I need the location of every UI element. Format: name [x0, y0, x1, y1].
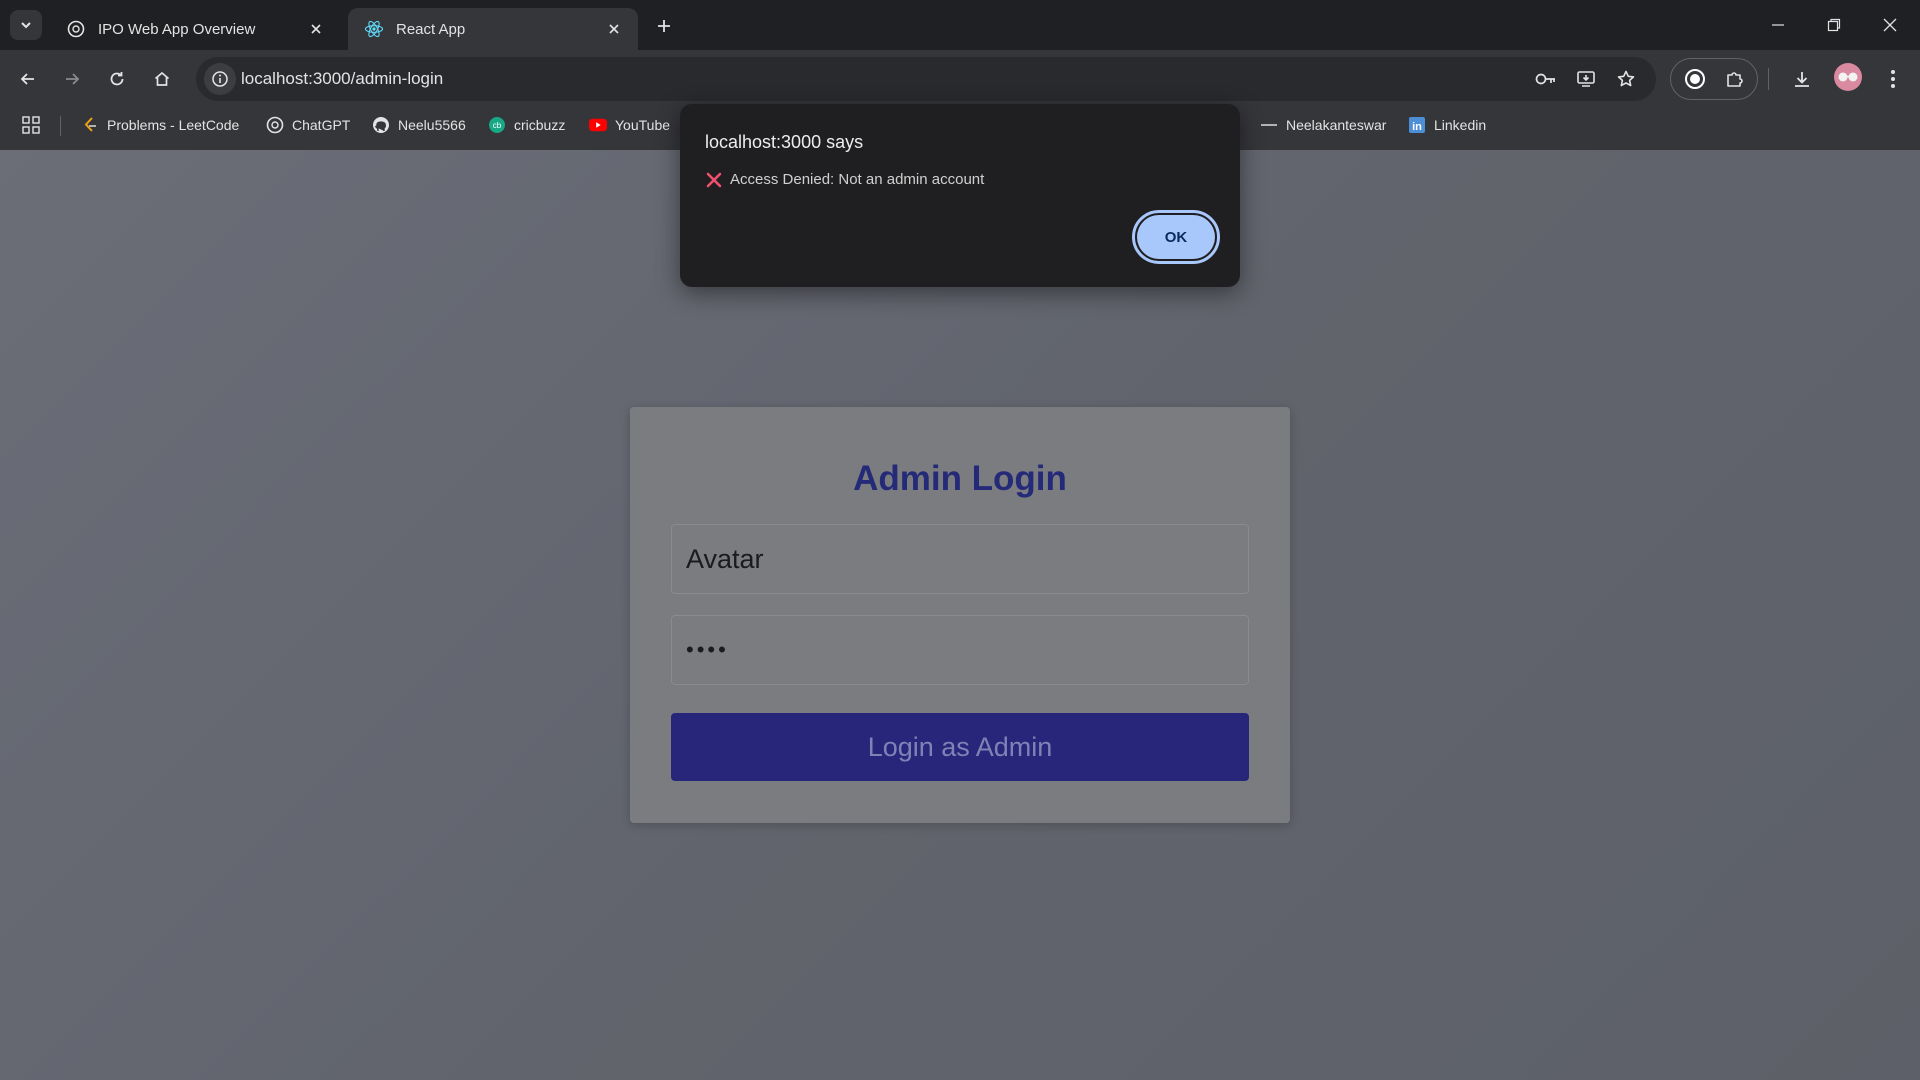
- forward-button[interactable]: [56, 63, 88, 95]
- bookmark-label: Problems - LeetCode: [107, 117, 240, 133]
- url-text[interactable]: localhost:3000/admin-login: [241, 69, 443, 89]
- tab-react-app[interactable]: React App: [348, 8, 638, 50]
- downloads-button[interactable]: [1786, 63, 1818, 95]
- bookmark-label: Neelakanteswar: [1286, 117, 1387, 133]
- page-viewport: Admin Login Avatar •••• Login as Admin: [0, 150, 1920, 1080]
- bookmark-label: YouTube: [615, 117, 671, 133]
- reload-icon: [110, 72, 124, 86]
- link-icon: [1260, 116, 1278, 134]
- bookmark-neelakanteswar[interactable]: Neelakanteswar: [1260, 108, 1386, 142]
- bookmark-star-icon[interactable]: [1612, 65, 1640, 93]
- tab-title: IPO Web App Overview: [98, 20, 256, 38]
- password-input[interactable]: ••••: [671, 615, 1249, 685]
- svg-text:cb: cb: [493, 121, 502, 130]
- username-input[interactable]: Avatar: [671, 524, 1249, 594]
- close-icon[interactable]: [306, 19, 326, 39]
- new-tab-button[interactable]: [650, 12, 678, 40]
- more-vertical-icon: [1891, 70, 1895, 88]
- youtube-icon: [589, 116, 607, 134]
- close-icon: [1883, 18, 1897, 32]
- dialog-title: localhost:3000 says: [705, 132, 864, 152]
- plus-icon: [658, 20, 670, 32]
- minimize-button[interactable]: [1750, 0, 1806, 50]
- restore-icon: [1827, 18, 1841, 32]
- extensions-group: [1670, 58, 1758, 100]
- profile-avatar[interactable]: [1834, 63, 1862, 91]
- password-key-icon[interactable]: [1532, 65, 1560, 93]
- tab-strip: IPO Web App Overview React App: [0, 0, 1920, 50]
- tab-ipo-overview[interactable]: IPO Web App Overview: [50, 8, 340, 50]
- bookmarks-divider: [60, 116, 61, 136]
- tab-search-button[interactable]: [10, 10, 42, 40]
- home-icon: [154, 71, 170, 86]
- bookmark-leetcode[interactable]: Problems - LeetCode: [81, 108, 239, 142]
- close-icon[interactable]: [604, 19, 624, 39]
- bookmark-github[interactable]: Neelu5566: [372, 108, 466, 142]
- svg-text:in: in: [1412, 121, 1422, 133]
- admin-login-card: Admin Login Avatar •••• Login as Admin: [630, 407, 1290, 823]
- arrow-left-icon: [20, 73, 34, 85]
- bookmark-label: ChatGPT: [292, 117, 351, 133]
- reload-button[interactable]: [101, 63, 133, 95]
- cricbuzz-icon: cb: [488, 116, 506, 134]
- extensions-puzzle-icon[interactable]: [1719, 63, 1751, 95]
- bookmark-youtube[interactable]: YouTube: [589, 108, 670, 142]
- home-button[interactable]: [146, 63, 178, 95]
- browser-toolbar: localhost:3000/admin-login: [0, 50, 1920, 108]
- cross-mark-icon: [706, 172, 722, 188]
- react-icon: [364, 19, 384, 39]
- apps-button[interactable]: [22, 108, 40, 142]
- leetcode-icon: [81, 116, 99, 134]
- chevron-down-icon: [21, 22, 31, 29]
- bookmark-label: Neelu5566: [398, 117, 466, 133]
- toolbar-divider: [1768, 68, 1769, 90]
- linkedin-icon: in: [1408, 116, 1426, 134]
- bookmark-label: cricbuzz: [514, 117, 566, 133]
- ok-button-label: OK: [1137, 215, 1215, 259]
- dialog-message-text: Access Denied: Not an admin account: [730, 171, 985, 188]
- bookmark-label: Linkedin: [1434, 117, 1487, 133]
- address-bar[interactable]: localhost:3000/admin-login: [196, 57, 1656, 101]
- download-icon: [1795, 72, 1809, 87]
- menu-button[interactable]: [1877, 63, 1909, 95]
- back-button[interactable]: [12, 63, 44, 95]
- bookmark-linkedin[interactable]: in Linkedin: [1408, 108, 1486, 142]
- apps-grid-icon: [22, 116, 40, 134]
- chatgpt-icon: [66, 19, 86, 39]
- sunglasses-icon: [1838, 72, 1858, 82]
- extension-record-icon[interactable]: [1679, 63, 1711, 95]
- install-app-icon[interactable]: [1572, 65, 1600, 93]
- restore-button[interactable]: [1806, 0, 1862, 50]
- chatgpt-icon: [266, 116, 284, 134]
- alert-dialog: localhost:3000 says Access Denied: Not a…: [680, 104, 1240, 287]
- info-icon: [212, 71, 228, 87]
- github-icon: [372, 116, 390, 134]
- tab-title: React App: [396, 20, 466, 38]
- site-info-button[interactable]: [204, 63, 236, 95]
- bookmark-cricbuzz[interactable]: cb cricbuzz: [488, 108, 565, 142]
- dialog-message: Access Denied: Not an admin account: [706, 171, 984, 188]
- arrow-right-icon: [66, 73, 80, 85]
- close-window-button[interactable]: [1862, 0, 1918, 50]
- bookmark-chatgpt[interactable]: ChatGPT: [266, 108, 350, 142]
- ok-button[interactable]: OK: [1132, 210, 1220, 264]
- login-as-admin-button[interactable]: Login as Admin: [671, 713, 1249, 781]
- minimize-icon: [1772, 24, 1784, 26]
- page-title: Admin Login: [853, 459, 1067, 498]
